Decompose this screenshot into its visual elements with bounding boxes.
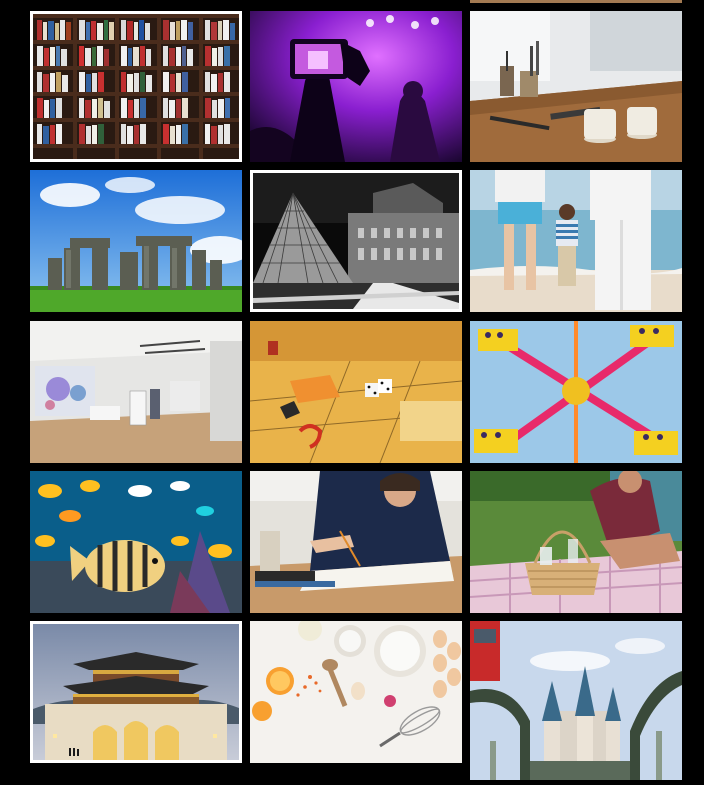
image-tile-korean-palace-gate[interactable] (30, 621, 242, 763)
image-tile-stonehenge[interactable] (30, 170, 242, 312)
image-tile-amusement-ride[interactable] (470, 321, 682, 463)
louvre-pyramid-image (253, 173, 459, 309)
craft-workbench-image (470, 11, 682, 162)
aquarium-fish-image (30, 471, 242, 613)
student-desk-image (250, 471, 462, 613)
image-tile-board-game[interactable] (250, 321, 462, 463)
concert-phone-image (250, 11, 462, 162)
image-tile-student-desk[interactable] (250, 471, 462, 613)
image-tile-bookshelf[interactable] (30, 11, 242, 162)
image-grid (0, 0, 704, 785)
image-tile-picnic-basket[interactable] (470, 471, 682, 613)
korean-palace-gate-image (33, 624, 239, 760)
gallery-room-image (30, 321, 242, 463)
image-tile-louvre-pyramid[interactable] (250, 170, 462, 312)
stonehenge-image (30, 170, 242, 312)
bookshelf-image (33, 14, 239, 159)
image-tile-concert-phone[interactable] (250, 11, 462, 162)
image-tile-gallery-room[interactable] (30, 321, 242, 463)
family-beach-image (470, 170, 682, 312)
image-tile-baking-ingredients[interactable] (250, 621, 462, 763)
amusement-ride-image (470, 321, 682, 463)
board-game-image (250, 321, 462, 463)
image-tile-aquarium-fish[interactable] (30, 471, 242, 613)
baking-ingredients-image (250, 621, 462, 763)
image-tile-craft-workbench[interactable] (470, 11, 682, 162)
picnic-basket-image (470, 471, 682, 613)
theme-park-castle-image (470, 621, 682, 780)
image-tile-family-beach[interactable] (470, 170, 682, 312)
previous-row-image-edge[interactable] (470, 0, 682, 3)
image-tile-theme-park-castle[interactable] (470, 621, 682, 780)
